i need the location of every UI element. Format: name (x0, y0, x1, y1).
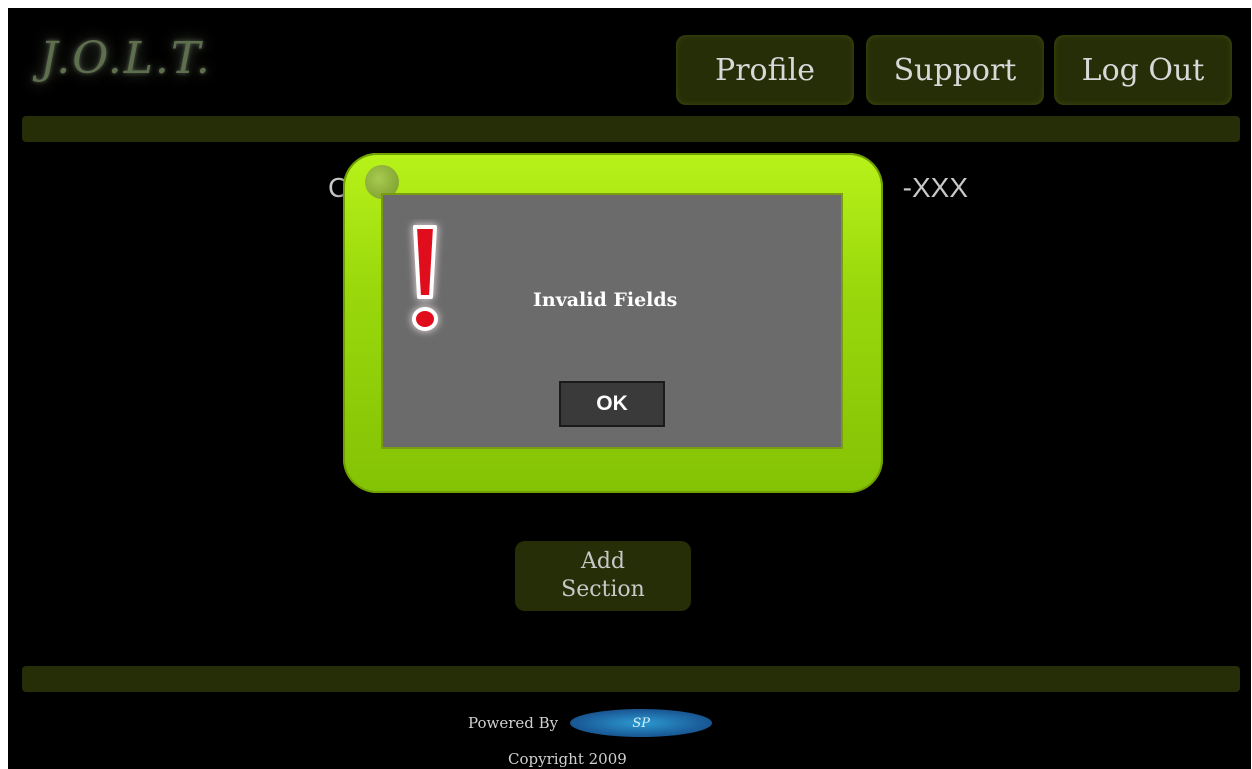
add-section-button[interactable]: Add Section (515, 541, 691, 611)
header-divider-bar (22, 116, 1240, 142)
sponsor-logo: SP (570, 709, 713, 737)
invalid-fields-dialog: Invalid Fields OK (343, 153, 883, 493)
dialog-message: Invalid Fields (533, 289, 678, 311)
exclamation-icon (412, 225, 438, 331)
footer-divider-bar (22, 666, 1240, 692)
copyright-text: Copyright 2009 (508, 750, 627, 768)
add-section-label-line1: Add (580, 549, 626, 574)
profile-button[interactable]: Profile (676, 35, 854, 105)
powered-by-label: Powered By (468, 714, 559, 732)
dialog-body: Invalid Fields OK (383, 195, 841, 447)
add-section-label-line2: Section (561, 577, 645, 602)
powered-by: Powered By SP (468, 708, 768, 738)
app-frame: J.O.L.T. Profile Support Log Out C -XXX … (8, 8, 1251, 769)
sponsor-logo-text: SP (632, 715, 650, 731)
jolt-logo: J.O.L.T. (40, 33, 212, 84)
log-out-button[interactable]: Log Out (1054, 35, 1232, 105)
course-title-suffix: -XXX (902, 172, 968, 203)
dialog-corner-knob (365, 165, 399, 199)
support-button[interactable]: Support (866, 35, 1044, 105)
ok-button[interactable]: OK (559, 381, 665, 427)
